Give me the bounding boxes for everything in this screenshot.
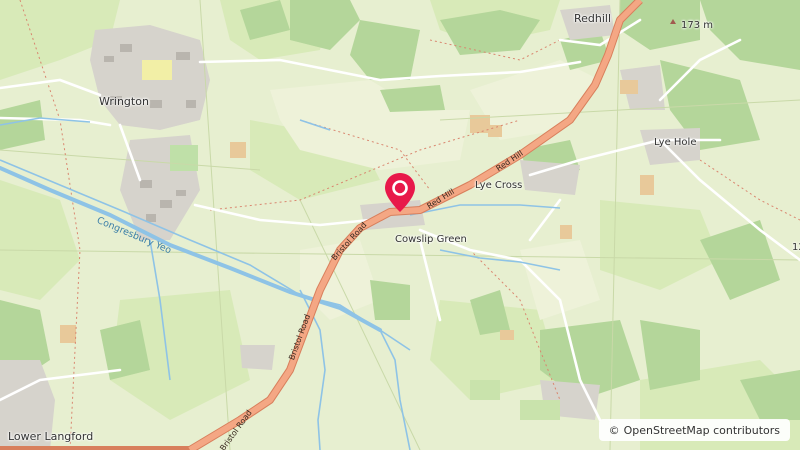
- place-label-lower-langford: Lower Langford: [8, 430, 94, 443]
- place-label-lye-cross: Lye Cross: [475, 180, 523, 191]
- place-label-lye-hole: Lye Hole: [654, 137, 697, 148]
- place-label-wrington: Wrington: [99, 95, 149, 108]
- peak-label: 173 m: [681, 20, 714, 31]
- copyright-symbol: ©: [608, 423, 620, 437]
- map-attribution[interactable]: © OpenStreetMap contributors: [598, 419, 790, 441]
- map-base-layer: [0, 0, 800, 450]
- map-pin-icon[interactable]: [383, 171, 417, 215]
- peak-label-partial: 12: [792, 242, 800, 253]
- attribution-text[interactable]: OpenStreetMap contributors: [624, 424, 780, 437]
- map-view[interactable]: Red Hill Red Hill Bristol Road Bristol R…: [0, 0, 800, 450]
- place-label-redhill: Redhill: [574, 12, 612, 25]
- place-label-cowslip-green: Cowslip Green: [395, 234, 467, 245]
